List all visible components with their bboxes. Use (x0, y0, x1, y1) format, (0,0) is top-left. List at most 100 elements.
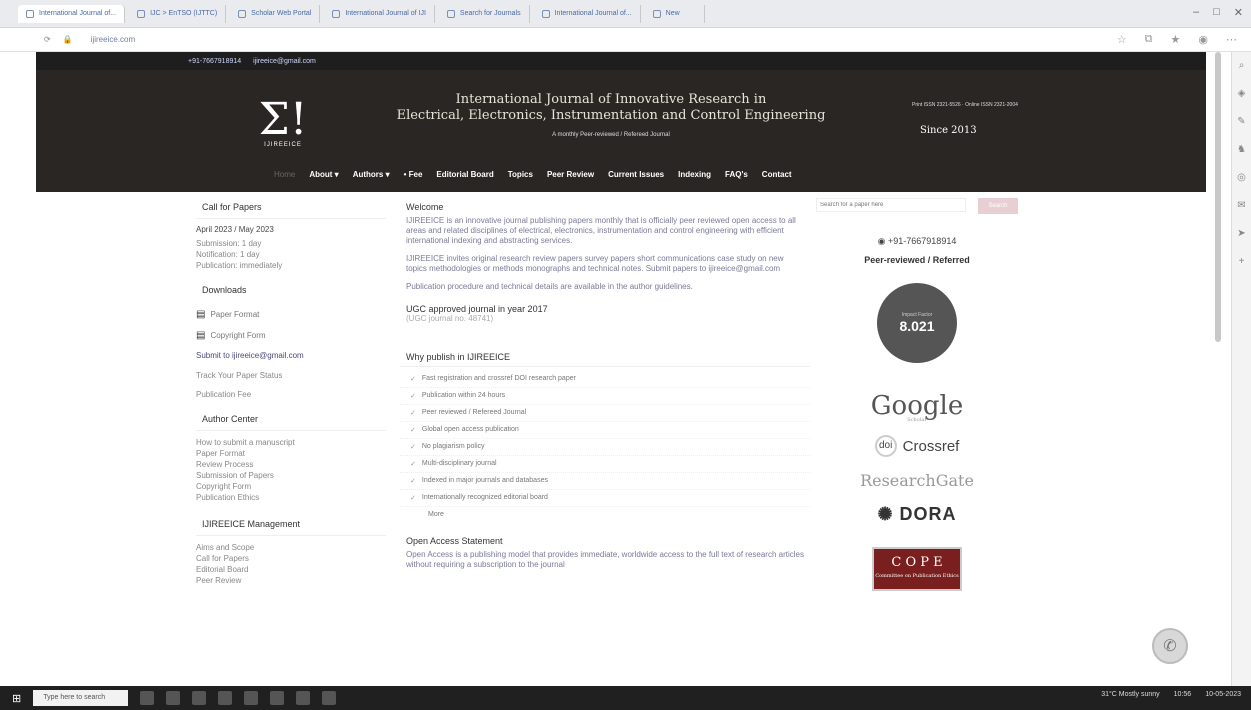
researchgate-logo[interactable]: ResearchGate (812, 471, 1022, 490)
author-link[interactable]: Copyright Form (196, 481, 386, 492)
file-explorer-icon[interactable] (192, 691, 207, 705)
browser-tab[interactable]: International Journal of... (534, 4, 641, 23)
nav-faqs[interactable]: FAQ's (725, 170, 748, 179)
windows-start-icon[interactable]: ⊞ (12, 692, 21, 705)
search-icon[interactable]: ⌕ (1239, 60, 1245, 71)
office-icon[interactable]: ◎ (1237, 172, 1246, 183)
search-button[interactable]: Search (978, 198, 1018, 214)
whatsapp-phone[interactable]: ◉ +91-7667918914 (812, 236, 1022, 247)
outlook-icon[interactable]: ✉ (1237, 200, 1245, 211)
browser-tab[interactable]: Search for Journals (439, 4, 530, 23)
browser-tab[interactable]: International Journal of... (18, 4, 126, 23)
download-copyright-form[interactable]: ▤ Copyright Form (196, 330, 386, 341)
dora-logo[interactable]: ✺ DORA (812, 504, 1022, 525)
submit-email[interactable]: Submit to ijireeice@gmail.com (196, 351, 386, 360)
nav-about[interactable]: About ▾ (309, 170, 338, 179)
clock-time[interactable]: 10:56 (1174, 691, 1192, 698)
management-heading: IJIREEICE Management (196, 515, 386, 536)
browser-tab[interactable]: International Journal of IJI (324, 4, 435, 23)
store-icon[interactable] (218, 691, 233, 705)
profile-icon[interactable]: ◉ (1198, 33, 1208, 46)
fee-link[interactable]: Publication Fee (196, 389, 386, 400)
reload-icon[interactable]: ⟳ (44, 35, 51, 44)
favorites-icon[interactable]: ★ (1171, 33, 1181, 46)
word-icon[interactable] (296, 691, 311, 705)
mail-icon[interactable] (244, 691, 259, 705)
nav-editorial-board[interactable]: Editorial Board (436, 170, 493, 179)
favicon-icon (238, 9, 247, 18)
search-input[interactable] (816, 198, 966, 212)
more-link[interactable]: More (400, 507, 810, 522)
journal-logo[interactable]: Σ! IJIREEICE (258, 98, 308, 156)
email-text[interactable]: ijireeice@gmail.com (253, 58, 316, 65)
favicon-icon (541, 9, 550, 18)
nav-home[interactable]: Home (274, 170, 295, 179)
maximize-icon[interactable]: □ (1213, 6, 1220, 19)
nav-indexing[interactable]: Indexing (678, 170, 711, 179)
google-scholar-logo[interactable]: Google Scholar (812, 391, 1022, 423)
browser-tab-bar: International Journal of... IJC > EnTSO … (0, 0, 1251, 28)
system-tray: 31°C Mostly sunny 10:56 10-05-2023 (1101, 691, 1241, 698)
nav-peer-review[interactable]: Peer Review (547, 170, 594, 179)
author-link[interactable]: Review Process (196, 459, 386, 470)
extensions-icon[interactable]: ⧉ (1145, 33, 1153, 46)
mgmt-link[interactable]: Peer Review (196, 575, 386, 586)
download-paper-format[interactable]: ▤ Paper Format (196, 309, 386, 320)
task-view-icon[interactable] (140, 691, 155, 705)
dora-circle-icon: ✺ (877, 504, 900, 524)
author-link[interactable]: Paper Format (196, 448, 386, 459)
page-scrollbar[interactable] (1215, 52, 1221, 342)
excel-icon[interactable] (322, 691, 337, 705)
site-header: Σ! IJIREEICE International Journal of In… (36, 70, 1206, 192)
nav-topics[interactable]: Topics (508, 170, 533, 179)
star-icon[interactable]: ☆ (1117, 33, 1127, 46)
browser-tab[interactable]: New (645, 4, 705, 23)
list-item: ✓ No plagiarism policy (400, 439, 810, 456)
list-item: ✓ Indexed in major journals and databases (400, 473, 810, 490)
author-link[interactable]: Submission of Papers (196, 470, 386, 481)
browser-tab[interactable]: IJC > EnTSO (IJTTC) (129, 4, 227, 23)
nav-current-issues[interactable]: Current Issues (608, 170, 664, 179)
author-link[interactable]: How to submit a manuscript (196, 437, 386, 448)
journal-title-line2: Electrical, Electronics, Instrumentation… (396, 108, 826, 123)
author-center-heading: Author Center (196, 410, 386, 431)
close-icon[interactable]: ✕ (1234, 6, 1243, 19)
shopping-icon[interactable]: ◈ (1238, 88, 1246, 99)
taskbar-search[interactable]: Type here to search (33, 690, 129, 706)
menu-icon[interactable]: ⋯ (1226, 33, 1237, 46)
browser-tab[interactable]: Scholar Web Portal (230, 4, 321, 23)
send-icon[interactable]: ➤ (1237, 228, 1245, 239)
add-icon[interactable]: + (1239, 256, 1245, 267)
impact-factor-badge: Impact Factor 8.021 (877, 283, 957, 363)
address-bar: ⟳ 🔒 ijireeice.com ☆ ⧉ ★ ◉ ⋯ (0, 28, 1251, 52)
whatsapp-float-icon[interactable]: ✆ (1152, 628, 1188, 664)
games-icon[interactable]: ♞ (1237, 144, 1246, 155)
tools-icon[interactable]: ✎ (1237, 116, 1245, 127)
author-link[interactable]: Publication Ethics (196, 492, 386, 503)
edge-icon[interactable] (166, 691, 181, 705)
nav-authors[interactable]: Authors ▾ (353, 170, 390, 179)
minimize-icon[interactable]: – (1193, 6, 1199, 19)
favicon-icon (26, 9, 34, 18)
cope-logo[interactable]: C O P E Committee on Publication Ethics (872, 547, 962, 591)
welcome-heading: Welcome (406, 202, 444, 212)
journal-title-line1: International Journal of Innovative Rese… (455, 92, 767, 107)
mgmt-link[interactable]: Aims and Scope (196, 542, 386, 553)
clock-date[interactable]: 10-05-2023 (1205, 691, 1241, 698)
document-icon: ▤ (196, 309, 206, 320)
check-icon: ✓ (410, 410, 416, 417)
chrome-icon[interactable] (270, 691, 285, 705)
procedure-paragraph: Publication procedure and technical deta… (406, 282, 693, 291)
browser-sidebar: ⌕ ◈ ✎ ♞ ◎ ✉ ➤ + (1231, 52, 1251, 686)
url-field[interactable]: ijireeice.com (91, 35, 135, 44)
favicon-icon (446, 9, 455, 18)
weather-text[interactable]: 31°C Mostly sunny (1101, 691, 1159, 698)
check-icon: ✓ (410, 495, 416, 502)
mgmt-link[interactable]: Call for Papers (196, 553, 386, 564)
crossref-logo[interactable]: doi Crossref (812, 435, 1022, 457)
track-link[interactable]: Track Your Paper Status (196, 370, 386, 381)
search-form: Search (812, 198, 1022, 214)
nav-fee[interactable]: • Fee (404, 170, 423, 179)
nav-contact[interactable]: Contact (762, 170, 792, 179)
mgmt-link[interactable]: Editorial Board (196, 564, 386, 575)
